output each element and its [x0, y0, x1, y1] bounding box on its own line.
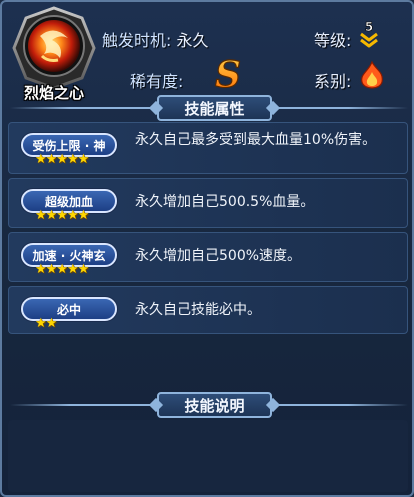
list-item: 超级加血 ★★★★★ 永久增加自己500.5%血量。	[8, 178, 408, 228]
list-item: 加速 · 火神玄 ★★★★★ 永久增加自己500%速度。	[8, 232, 408, 282]
level-label: 等级:	[314, 31, 352, 50]
list-item: 必中 ★★ 永久自己技能必中。	[8, 286, 408, 334]
fire-orb-icon	[12, 6, 96, 90]
rarity-value: S	[215, 54, 241, 94]
trigger-value: 永久	[176, 31, 209, 50]
star-rating: ★★★★★	[35, 262, 89, 277]
attributes-title: 技能属性	[157, 95, 272, 121]
star-rating: ★★	[35, 316, 57, 331]
skill-detail-panel: 烈焰之心 触发时机: 永久 等级: 5 稀有度: S 系别: 技能属性 受伤上限…	[0, 0, 414, 497]
trigger-label: 触发时机:	[102, 31, 172, 50]
description-banner: 技能说明	[2, 392, 412, 418]
description-area	[8, 420, 408, 492]
star-rating: ★★★★★	[35, 208, 89, 223]
list-item: 受伤上限 · 神 ★★★★★ 永久自己最多受到最大血量10%伤害。	[8, 122, 408, 174]
star-rating: ★★★★★	[35, 152, 89, 167]
trigger-timing: 触发时机: 永久	[102, 27, 209, 51]
level-badge: 5	[358, 20, 380, 48]
attribute-description: 永久增加自己500%速度。	[135, 248, 302, 264]
description-title: 技能说明	[157, 392, 272, 418]
attributes-banner: 技能属性	[2, 95, 412, 121]
attributes-list: 受伤上限 · 神 ★★★★★ 永久自己最多受到最大血量10%伤害。 超级加血 ★…	[8, 122, 408, 334]
attribute-description: 永久自己最多受到最大血量10%伤害。	[135, 132, 377, 148]
rarity-label: 稀有度:	[130, 72, 184, 91]
attribute-description: 永久自己技能必中。	[135, 302, 261, 318]
series-label: 系别:	[314, 72, 352, 91]
fire-element-icon	[358, 60, 386, 92]
attribute-description: 永久增加自己500.5%血量。	[135, 194, 315, 210]
level-value: 5	[365, 20, 373, 34]
rarity-s-icon: S	[210, 53, 246, 96]
